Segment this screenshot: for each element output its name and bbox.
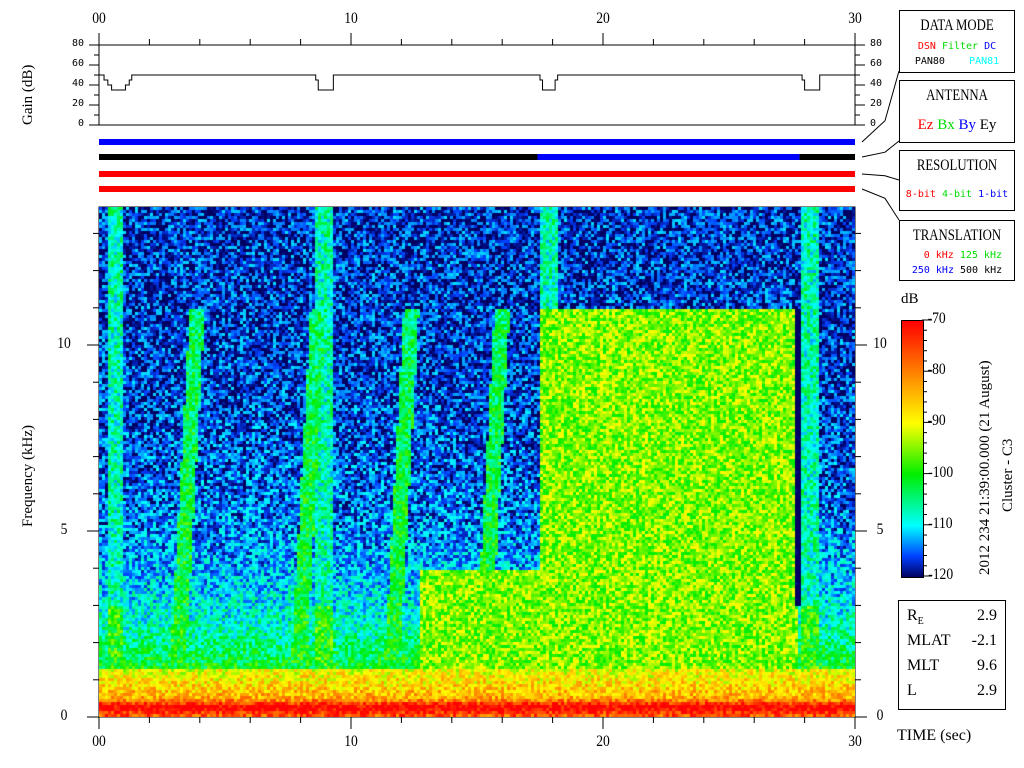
- status-bar-segment: [537, 154, 800, 160]
- translation-box: TRANSLATION 0 kHz 125 kHz 250 kHz 500 kH…: [899, 220, 1015, 281]
- colorbar: [901, 320, 924, 578]
- status-bar-segment: [99, 186, 855, 192]
- spectrogram-figure: Gain (dB) Frequency (kHz) TIME (sec) DAT…: [0, 0, 1024, 768]
- time-axis-label: TIME (sec): [897, 727, 972, 744]
- resolution-title: RESOLUTION: [916, 157, 998, 174]
- gain-tick-label: 80: [71, 38, 84, 49]
- legend-item: 500 kHz: [960, 265, 1003, 276]
- ephemeris-row: MLAT -2.1: [907, 632, 997, 650]
- gain-tick-label: 60: [870, 58, 883, 69]
- gain-tick-label: 40: [71, 78, 84, 89]
- freq-tick-label: 10: [57, 335, 71, 352]
- legend-item: 1-bit: [978, 189, 1009, 200]
- time-tick-label-top: 20: [596, 10, 610, 27]
- time-tick-label-top: 30: [848, 10, 862, 27]
- ephemeris-row: RE 2.9: [907, 607, 997, 627]
- ephemeris-row: L 2.9: [907, 682, 997, 700]
- ephemeris-box: RE 2.9 MLAT -2.1 MLT 9.6 L 2.9: [898, 600, 1006, 710]
- ephemeris-value: -2.1: [971, 632, 997, 649]
- freq-tick-label: 5: [60, 521, 68, 538]
- time-tick-label-bottom: 20: [596, 733, 610, 750]
- gain-axis-label: Gain (dB): [20, 64, 36, 125]
- legend-item: By: [958, 117, 976, 133]
- gain-tick-label: 60: [71, 58, 84, 69]
- chart-title: 2012 234 21:39:00.000 (21 August): [977, 360, 993, 575]
- gain-tick-label: 20: [870, 98, 883, 109]
- colorbar-label: dB: [901, 291, 919, 307]
- time-tick-label-top: 00: [92, 10, 106, 27]
- legend-item: Ez: [917, 117, 934, 133]
- freq-tick-label: 10: [873, 335, 887, 352]
- legend-connector: [861, 140, 900, 158]
- frequency-axis-label: Frequency (kHz): [20, 424, 36, 527]
- antenna-box: ANTENNA Ez Bx By Ey: [899, 80, 1015, 143]
- ephemeris-value: 9.6: [977, 657, 997, 674]
- gain-panel-frame: [98, 44, 856, 126]
- status-bar-segment: [799, 154, 855, 160]
- legend-item: PAN80: [914, 56, 945, 67]
- legend-item: 250 kHz: [911, 265, 954, 276]
- time-tick-label-bottom: 10: [344, 733, 358, 750]
- freq-tick-label: 5: [876, 521, 884, 538]
- translation-title: TRANSLATION: [912, 227, 1002, 244]
- ephemeris-key: R: [907, 607, 918, 624]
- legend-item: Bx: [937, 117, 955, 133]
- colorbar-tick-label: -90: [927, 412, 946, 430]
- gain-tick-label: 20: [71, 98, 84, 109]
- time-tick-label-bottom: 30: [848, 733, 862, 750]
- legend-item: Filter: [941, 41, 979, 52]
- status-bar-segment: [99, 171, 855, 177]
- ephemeris-key-sub: E: [917, 616, 924, 628]
- resolution-box: RESOLUTION 8-bit 4-bit 1-bit: [899, 150, 1015, 211]
- gain-tick-label: 40: [870, 78, 883, 89]
- legend-item: PAN81: [969, 56, 1000, 67]
- data-mode-title: DATA MODE: [920, 17, 994, 34]
- gain-trace: [99, 74, 855, 91]
- legend-item: DSN: [917, 41, 936, 52]
- colorbar-tick-label: -110: [928, 514, 953, 532]
- status-bar-segment: [99, 154, 538, 160]
- gain-tick-label: 0: [77, 118, 84, 129]
- legend-connector: [861, 173, 900, 181]
- colorbar-tick-label: -70: [927, 310, 946, 327]
- ephemeris-key: L: [907, 682, 917, 699]
- colorbar-tick-label: -120: [928, 566, 954, 583]
- ephemeris-value: 2.9: [977, 682, 997, 699]
- freq-tick-label: 0: [876, 707, 884, 724]
- data-mode-box: DATA MODE DSN Filter DC PAN80 PAN81: [899, 10, 1015, 73]
- ephemeris-key: MLAT: [907, 632, 951, 649]
- colorbar-tick-label: -100: [928, 463, 954, 481]
- antenna-title: ANTENNA: [926, 87, 988, 104]
- colorbar-tick-label: -80: [927, 361, 946, 379]
- legend-item: 0 kHz: [923, 250, 954, 261]
- time-tick-label-top: 10: [344, 10, 358, 27]
- freq-tick-label: 0: [60, 707, 68, 724]
- legend-item: 4-bit: [941, 189, 973, 200]
- spacecraft-label: Cluster - C3: [1000, 438, 1016, 512]
- legend-item: 125 kHz: [959, 250, 1002, 261]
- legend-item: DC: [984, 41, 997, 52]
- ephemeris-value: 2.9: [977, 607, 997, 624]
- status-bar-segment: [99, 139, 855, 145]
- legend-item: Ey: [979, 117, 997, 133]
- time-tick-label-bottom: 00: [92, 733, 106, 750]
- spectrogram-heatmap: [99, 207, 855, 717]
- legend-connector: [861, 188, 900, 221]
- ephemeris-row: MLT 9.6: [907, 657, 997, 675]
- gain-tick-label: 0: [870, 118, 877, 129]
- gain-tick-label: 80: [870, 38, 883, 49]
- ephemeris-key: MLT: [907, 657, 940, 674]
- legend-item: 8-bit: [905, 189, 936, 200]
